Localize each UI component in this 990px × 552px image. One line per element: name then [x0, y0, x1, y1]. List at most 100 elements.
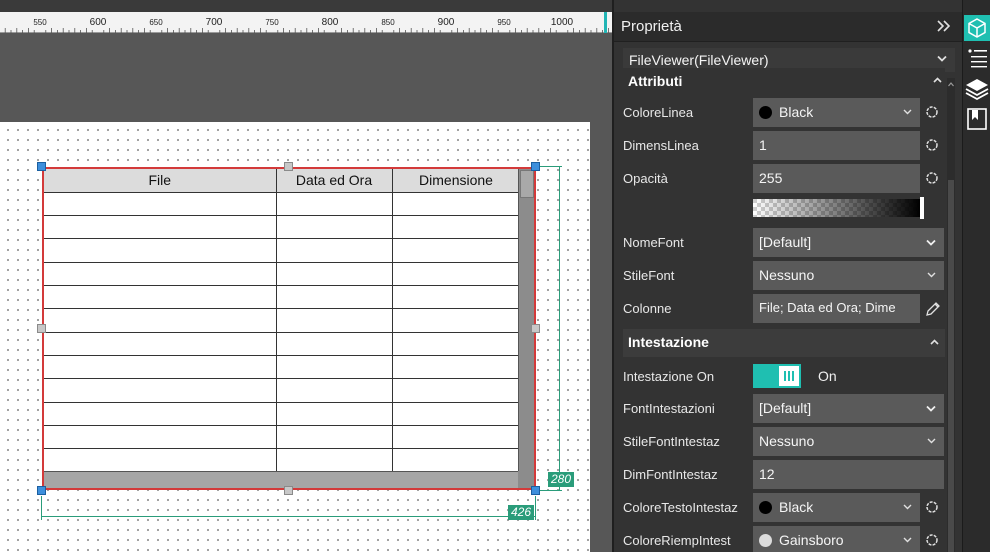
color-swatch	[759, 106, 772, 119]
panel-scrollbar[interactable]	[947, 78, 955, 552]
table-cell	[44, 448, 277, 473]
table-cell	[44, 425, 277, 450]
prop-label: Colonne	[623, 301, 672, 316]
list-icon	[968, 49, 987, 68]
chevron-down-icon	[926, 239, 936, 246]
column-header-size[interactable]: Dimensione	[392, 169, 521, 193]
scrollbar-thumb[interactable]	[948, 180, 954, 552]
colore-testo-intestaz-select[interactable]: Black	[753, 493, 920, 522]
resize-handle-bottom-left[interactable]	[37, 486, 46, 495]
table-cell	[392, 448, 521, 473]
height-dimension-tick	[540, 490, 562, 491]
dimens-linea-input[interactable]: 1	[753, 131, 920, 160]
field-value: [Default]	[759, 234, 812, 250]
resize-handle-top-right[interactable]	[531, 162, 540, 171]
section-attributi[interactable]: Attributi	[623, 68, 945, 94]
colore-linea-select[interactable]: Black	[753, 98, 920, 127]
intestazione-toggle[interactable]	[753, 364, 801, 388]
design-surface: 550 600 650 700 750 800 850 900 950 1000…	[0, 0, 612, 552]
width-dimension-tick	[41, 496, 42, 520]
font-intestazioni-select[interactable]: [Default]	[753, 394, 944, 423]
height-dimension-tick	[540, 166, 562, 167]
table-cell	[44, 378, 277, 403]
resize-handle-left[interactable]	[37, 324, 46, 333]
layers-tool-button[interactable]	[964, 76, 990, 102]
cube-icon	[968, 18, 986, 38]
table-row[interactable]	[44, 308, 521, 333]
properties-tool-button[interactable]	[964, 15, 990, 41]
table-header-row: File Data ed Ora Dimensione	[44, 169, 521, 193]
stile-font-intestaz-select[interactable]: Nessuno	[753, 427, 944, 456]
table-cell	[392, 215, 521, 240]
chevron-down-icon	[903, 537, 912, 543]
table-row[interactable]	[44, 215, 521, 240]
dim-font-intestaz-input[interactable]: 12	[753, 460, 944, 489]
colonne-input[interactable]: File; Data ed Ora; Dime	[753, 294, 920, 323]
resize-handle-top-left[interactable]	[37, 162, 46, 171]
table-cell	[44, 355, 277, 380]
table-row[interactable]	[44, 262, 521, 286]
table-row[interactable]	[44, 238, 521, 263]
table-row[interactable]	[44, 448, 521, 473]
table-cell	[276, 262, 393, 286]
resize-handle-top[interactable]	[284, 162, 293, 171]
opacita-input[interactable]: 255	[753, 164, 920, 193]
table-row[interactable]	[44, 355, 521, 380]
slider-thumb[interactable]	[920, 197, 924, 219]
binding-icon[interactable]	[924, 532, 940, 548]
binding-icon[interactable]	[924, 104, 940, 120]
resize-handle-right[interactable]	[531, 324, 540, 333]
column-header-date[interactable]: Data ed Ora	[276, 169, 393, 193]
section-intestazione[interactable]: Intestazione	[623, 329, 945, 357]
vertical-scrollbar[interactable]	[518, 169, 534, 471]
table-cell	[392, 425, 521, 450]
scroll-up-arrow-icon[interactable]	[947, 78, 955, 92]
chevron-up-icon	[930, 339, 939, 345]
table-cell	[44, 402, 277, 426]
binding-icon[interactable]	[924, 170, 940, 186]
bookmark-tool-button[interactable]	[964, 106, 990, 132]
ruler-label: 600	[90, 17, 107, 28]
prop-label: FontIntestazioni	[623, 401, 715, 416]
resize-handle-bottom[interactable]	[284, 486, 293, 495]
binding-icon[interactable]	[924, 499, 940, 515]
list-tool-button[interactable]	[964, 45, 990, 71]
table-cell	[276, 355, 393, 380]
chevron-down-icon	[903, 109, 912, 115]
table-cell	[44, 238, 277, 263]
table-row[interactable]	[44, 192, 521, 216]
table-cell	[44, 332, 277, 356]
colore-riemp-intest-select[interactable]: Gainsboro	[753, 526, 920, 552]
table-row[interactable]	[44, 402, 521, 426]
binding-icon[interactable]	[924, 137, 940, 153]
chevron-down-icon	[926, 405, 936, 412]
table-row[interactable]	[44, 425, 521, 450]
scrollbar-thumb[interactable]	[520, 170, 534, 198]
file-table[interactable]: File Data ed Ora Dimensione	[44, 169, 521, 473]
prop-dimens-linea: DimensLinea 1	[614, 131, 962, 161]
resize-handle-bottom-right[interactable]	[531, 486, 540, 495]
double-chevron-right-icon[interactable]	[936, 18, 952, 34]
prop-label: StileFontIntestaz	[623, 434, 720, 449]
table-cell	[276, 378, 393, 403]
table-row[interactable]	[44, 378, 521, 403]
table-cell	[44, 285, 277, 310]
nome-font-select[interactable]: [Default]	[753, 228, 944, 257]
table-cell	[392, 355, 521, 380]
prop-colore-riemp-intest: ColoreRiempIntest Gainsboro	[614, 526, 962, 552]
table-row[interactable]	[44, 332, 521, 356]
table-cell	[392, 285, 521, 310]
table-row[interactable]	[44, 285, 521, 310]
opacity-slider[interactable]	[753, 197, 924, 219]
stile-font-select[interactable]: Nessuno	[753, 261, 944, 290]
table-cell	[276, 238, 393, 263]
field-value: 12	[759, 466, 775, 482]
prop-colonne: Colonne File; Data ed Ora; Dime	[614, 294, 962, 324]
prop-label: ColoreLinea	[623, 105, 694, 120]
width-dimension-label: 426	[508, 505, 535, 520]
chevron-down-icon	[903, 504, 912, 510]
pencil-icon[interactable]	[924, 300, 942, 318]
column-header-file[interactable]: File	[44, 169, 277, 193]
fileviewer-component[interactable]: File Data ed Ora Dimensione	[42, 167, 536, 490]
width-dimension-tick	[535, 496, 536, 520]
